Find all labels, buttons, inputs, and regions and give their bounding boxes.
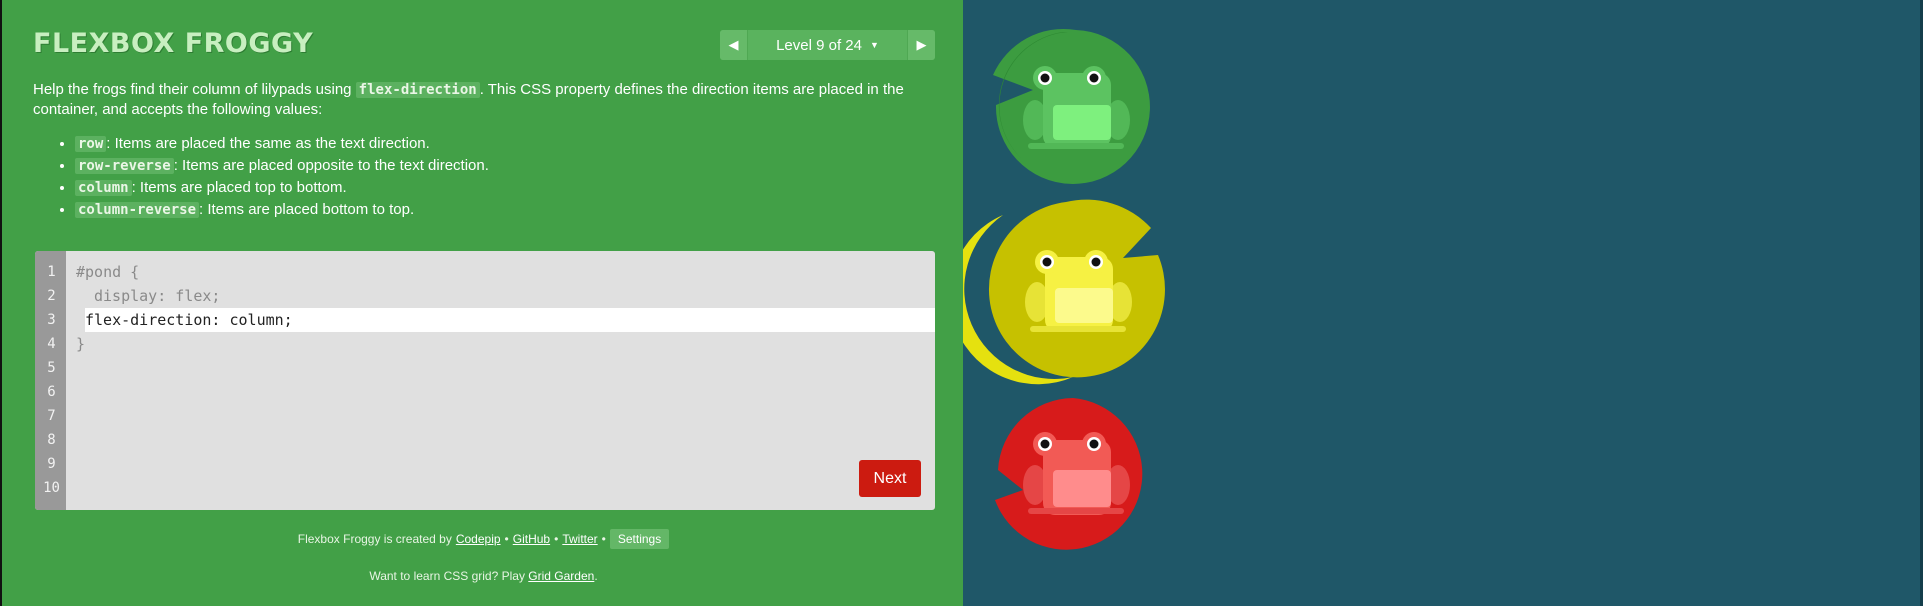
- code-line-close: }: [76, 335, 86, 353]
- grid-promo-period: .: [594, 569, 598, 583]
- line-number: 2: [47, 288, 56, 304]
- level-indicator: Level 9 of 24: [776, 36, 862, 54]
- instructions-intro: Help the frogs find their column of lily…: [33, 80, 933, 119]
- value-description: : Items are placed top to bottom.: [131, 179, 347, 196]
- line-number: 9: [47, 456, 56, 472]
- value-description: : Items are placed the same as the text …: [106, 135, 430, 152]
- next-level-button[interactable]: ▶: [908, 30, 935, 60]
- value-item-column-reverse: column-reverse: Items are placed bottom …: [75, 199, 933, 221]
- sidebar: FLEXBOX FROGGY ◀ Level 9 of 24 ▼ ▶ Help …: [0, 0, 963, 606]
- property-code: flex-direction: [355, 82, 480, 98]
- line-number: 5: [47, 360, 56, 376]
- css-editor: 1 2 3 4 5 6 7 8 9 10 #pond { display: fl…: [35, 251, 935, 510]
- line-number: 6: [47, 384, 56, 400]
- line-number: 4: [47, 336, 56, 352]
- flexbox-froggy-app: FLEXBOX FROGGY ◀ Level 9 of 24 ▼ ▶ Help …: [0, 0, 1923, 606]
- line-number: 7: [47, 408, 56, 424]
- line-number: 10: [43, 480, 60, 496]
- line-number: 3: [47, 312, 56, 328]
- credits-text: Flexbox Froggy is created by: [297, 532, 452, 546]
- level-dropdown[interactable]: Level 9 of 24 ▼: [747, 30, 908, 60]
- code-line-display: display: flex;: [94, 287, 221, 305]
- codepip-link[interactable]: Codepip: [456, 532, 501, 546]
- line-number: 8: [47, 432, 56, 448]
- pond: [963, 0, 1923, 606]
- triangle-left-icon: ◀: [728, 37, 739, 52]
- footer-credits: Flexbox Froggy is created by Codepip • G…: [2, 529, 965, 549]
- value-description: : Items are placed bottom to top.: [199, 201, 415, 218]
- value-list: row: Items are placed the same as the te…: [33, 133, 933, 221]
- settings-button[interactable]: Settings: [609, 529, 670, 549]
- value-description: : Items are placed opposite to the text …: [173, 157, 489, 174]
- line-number: 1: [47, 264, 56, 280]
- grid-promo-text: Want to learn CSS grid? Play: [369, 569, 525, 583]
- value-code: column: [75, 180, 132, 196]
- css-input-row: [85, 308, 935, 332]
- previous-level-button[interactable]: ◀: [720, 30, 747, 60]
- instructions: Help the frogs find their column of lily…: [33, 80, 933, 221]
- value-code: row-reverse: [75, 158, 174, 174]
- next-button[interactable]: Next: [859, 460, 921, 497]
- github-link[interactable]: GitHub: [513, 532, 550, 546]
- game-title: FLEXBOX FROGGY: [33, 28, 314, 59]
- separator: •: [504, 532, 509, 546]
- triangle-right-icon: ▶: [916, 37, 927, 52]
- value-code: row: [75, 136, 107, 152]
- separator: •: [554, 532, 559, 546]
- value-item-row-reverse: row-reverse: Items are placed opposite t…: [75, 155, 933, 177]
- intro-text: Help the frogs find their column of lily…: [33, 81, 356, 98]
- separator: •: [601, 532, 606, 546]
- grid-garden-link[interactable]: Grid Garden: [528, 569, 594, 583]
- pond-scene: [963, 28, 1165, 555]
- level-navigation: ◀ Level 9 of 24 ▼ ▶: [720, 30, 935, 60]
- value-item-column: column: Items are placed top to bottom.: [75, 177, 933, 199]
- line-number-gutter: 1 2 3 4 5 6 7 8 9 10: [35, 251, 66, 510]
- value-code: column-reverse: [75, 202, 200, 218]
- value-item-row: row: Items are placed the same as the te…: [75, 133, 933, 155]
- css-input[interactable]: [85, 308, 925, 332]
- twitter-link[interactable]: Twitter: [562, 532, 597, 546]
- code-line-selector: #pond {: [76, 263, 140, 281]
- footer-grid-garden: Want to learn CSS grid? Play Grid Garden…: [2, 569, 965, 583]
- caret-down-icon: ▼: [869, 40, 879, 50]
